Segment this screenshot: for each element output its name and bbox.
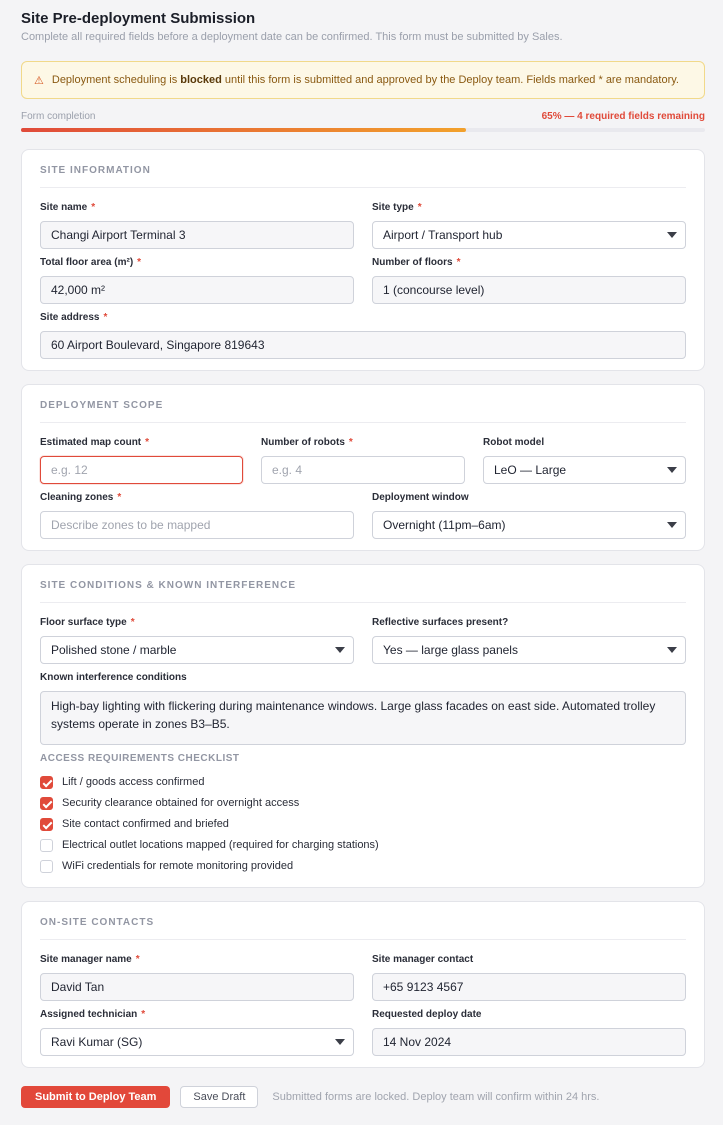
field-label: Deployment window xyxy=(372,492,469,503)
field-label: Assigned technician * xyxy=(40,1009,146,1020)
checkbox-unchecked[interactable] xyxy=(40,859,53,873)
chevron-down-icon xyxy=(667,647,677,653)
site-information-section: SITE INFORMATION Site name * Changi Airpo… xyxy=(21,149,705,371)
section-title: DEPLOYMENT SCOPE xyxy=(40,400,686,423)
field-label: Estimated map count * xyxy=(40,437,150,448)
technician-select[interactable]: Ravi Kumar (SG) xyxy=(40,1028,354,1056)
reflective-surfaces-select[interactable]: Yes — large glass panels xyxy=(372,636,686,664)
floor-surface-field: Floor surface type * Polished stone / mar… xyxy=(40,616,354,664)
checklist-title: ACCESS REQUIREMENTS CHECKLIST xyxy=(40,753,240,764)
page-title: Site Pre-deployment Submission xyxy=(21,10,256,27)
robots-field: Number of robots * e.g. 4 xyxy=(261,436,465,484)
cleaning-zones-input[interactable]: Describe zones to be mapped xyxy=(40,511,354,539)
deployment-window-field: Deployment window Overnight (11pm–6am) xyxy=(372,491,686,539)
field-label: Floor surface type * xyxy=(40,617,135,628)
checkbox-checked[interactable] xyxy=(40,775,53,789)
site-type-select[interactable]: Airport / Transport hub xyxy=(372,221,686,249)
manager-name-field: Site manager name * David Tan xyxy=(40,953,354,1001)
deploy-date-field: Requested deploy date 14 Nov 2024 xyxy=(372,1008,686,1056)
interference-field: Known interference conditions High-bay l… xyxy=(40,671,686,745)
site-address-input[interactable]: 60 Airport Boulevard, Singapore 819643 xyxy=(40,331,686,359)
checkbox-checked[interactable] xyxy=(40,817,53,831)
floor-surface-select[interactable]: Polished stone / marble xyxy=(40,636,354,664)
interference-textarea[interactable]: High-bay lighting with flickering during… xyxy=(40,691,686,745)
field-label: Robot model xyxy=(483,437,545,448)
field-label: Site manager name * xyxy=(40,954,140,965)
field-label: Number of floors * xyxy=(372,257,461,268)
chevron-down-icon xyxy=(667,467,677,473)
progress-bar-fill xyxy=(21,128,466,132)
checklist-item[interactable]: Electrical outlet locations mapped (requ… xyxy=(40,838,379,852)
site-name-input[interactable]: Changi Airport Terminal 3 xyxy=(40,221,354,249)
progress-status: 65% — 4 required fields remaining xyxy=(541,111,705,122)
floors-field: Number of floors * 1 (concourse level) xyxy=(372,256,686,304)
section-title: SITE INFORMATION xyxy=(40,165,686,188)
map-count-field: Estimated map count * e.g. 12 xyxy=(40,436,243,484)
reflective-surfaces-field: Reflective surfaces present? Yes — large… xyxy=(372,616,686,664)
field-label: Site type * xyxy=(372,202,422,213)
checklist-item[interactable]: WiFi credentials for remote monitoring p… xyxy=(40,859,293,873)
field-label: Site manager contact xyxy=(372,954,474,965)
progress-bar xyxy=(21,128,705,132)
deploy-date-input[interactable]: 14 Nov 2024 xyxy=(372,1028,686,1056)
floor-area-input[interactable]: 42,000 m² xyxy=(40,276,354,304)
deployment-scope-section: DEPLOYMENT SCOPE Estimated map count * e.… xyxy=(21,384,705,551)
warning-icon: ⚠ xyxy=(34,74,44,87)
section-title: ON-SITE CONTACTS xyxy=(40,917,686,940)
progress-label: Form completion xyxy=(21,111,96,122)
submit-button[interactable]: Submit to Deploy Team xyxy=(21,1086,171,1108)
field-label: Number of robots * xyxy=(261,437,353,448)
chevron-down-icon xyxy=(335,1039,345,1045)
form-footer: Submit to Deploy Team Save Draft Submitt… xyxy=(21,1086,599,1108)
manager-name-input[interactable]: David Tan xyxy=(40,973,354,1001)
site-name-field: Site name * Changi Airport Terminal 3 xyxy=(40,201,354,249)
field-label: Site name * xyxy=(40,202,96,213)
page-subtitle: Complete all required fields before a de… xyxy=(21,31,563,43)
floors-input[interactable]: 1 (concourse level) xyxy=(372,276,686,304)
checkbox-checked[interactable] xyxy=(40,796,53,810)
chevron-down-icon xyxy=(667,232,677,238)
manager-contact-field: Site manager contact +65 9123 4567 xyxy=(372,953,686,1001)
checklist-item[interactable]: Site contact confirmed and briefed xyxy=(40,817,229,831)
section-title: SITE CONDITIONS & KNOWN INTERFERENCE xyxy=(40,580,686,603)
footer-note: Submitted forms are locked. Deploy team … xyxy=(272,1091,600,1103)
site-address-field: Site address * 60 Airport Boulevard, Sing… xyxy=(40,311,686,359)
field-label: Known interference conditions xyxy=(40,672,187,683)
map-count-input[interactable]: e.g. 12 xyxy=(40,456,243,484)
on-site-contacts-section: ON-SITE CONTACTS Site manager name * Davi… xyxy=(21,901,705,1068)
chevron-down-icon xyxy=(667,522,677,528)
manager-contact-input[interactable]: +65 9123 4567 xyxy=(372,973,686,1001)
field-label: Reflective surfaces present? xyxy=(372,617,509,628)
field-label: Requested deploy date xyxy=(372,1009,482,1020)
site-conditions-section: SITE CONDITIONS & KNOWN INTERFERENCE Flo… xyxy=(21,564,705,888)
blocked-warning-banner: ⚠ Deployment scheduling is blocked until… xyxy=(21,61,705,99)
technician-field: Assigned technician * Ravi Kumar (SG) xyxy=(40,1008,354,1056)
chevron-down-icon xyxy=(335,647,345,653)
robot-model-select[interactable]: LeO — Large xyxy=(483,456,686,484)
robot-count-input[interactable]: e.g. 4 xyxy=(261,456,465,484)
field-label: Cleaning zones * xyxy=(40,492,122,503)
checklist-item[interactable]: Lift / goods access confirmed xyxy=(40,775,204,789)
site-type-field: Site type * Airport / Transport hub xyxy=(372,201,686,249)
cleaning-zones-field: Cleaning zones * Describe zones to be map… xyxy=(40,491,354,539)
checklist-item[interactable]: Security clearance obtained for overnigh… xyxy=(40,796,299,810)
field-label: Total floor area (m²) * xyxy=(40,257,142,268)
field-label: Site address * xyxy=(40,312,108,323)
banner-text: Deployment scheduling is blocked until t… xyxy=(51,74,679,86)
banner-bold-text: blocked xyxy=(180,74,222,86)
robot-model-field: Robot model LeO — Large xyxy=(483,436,686,484)
floor-area-field: Total floor area (m²) * 42,000 m² xyxy=(40,256,354,304)
save-draft-button[interactable]: Save Draft xyxy=(180,1086,259,1108)
deployment-window-select[interactable]: Overnight (11pm–6am) xyxy=(372,511,686,539)
checkbox-unchecked[interactable] xyxy=(40,838,53,852)
